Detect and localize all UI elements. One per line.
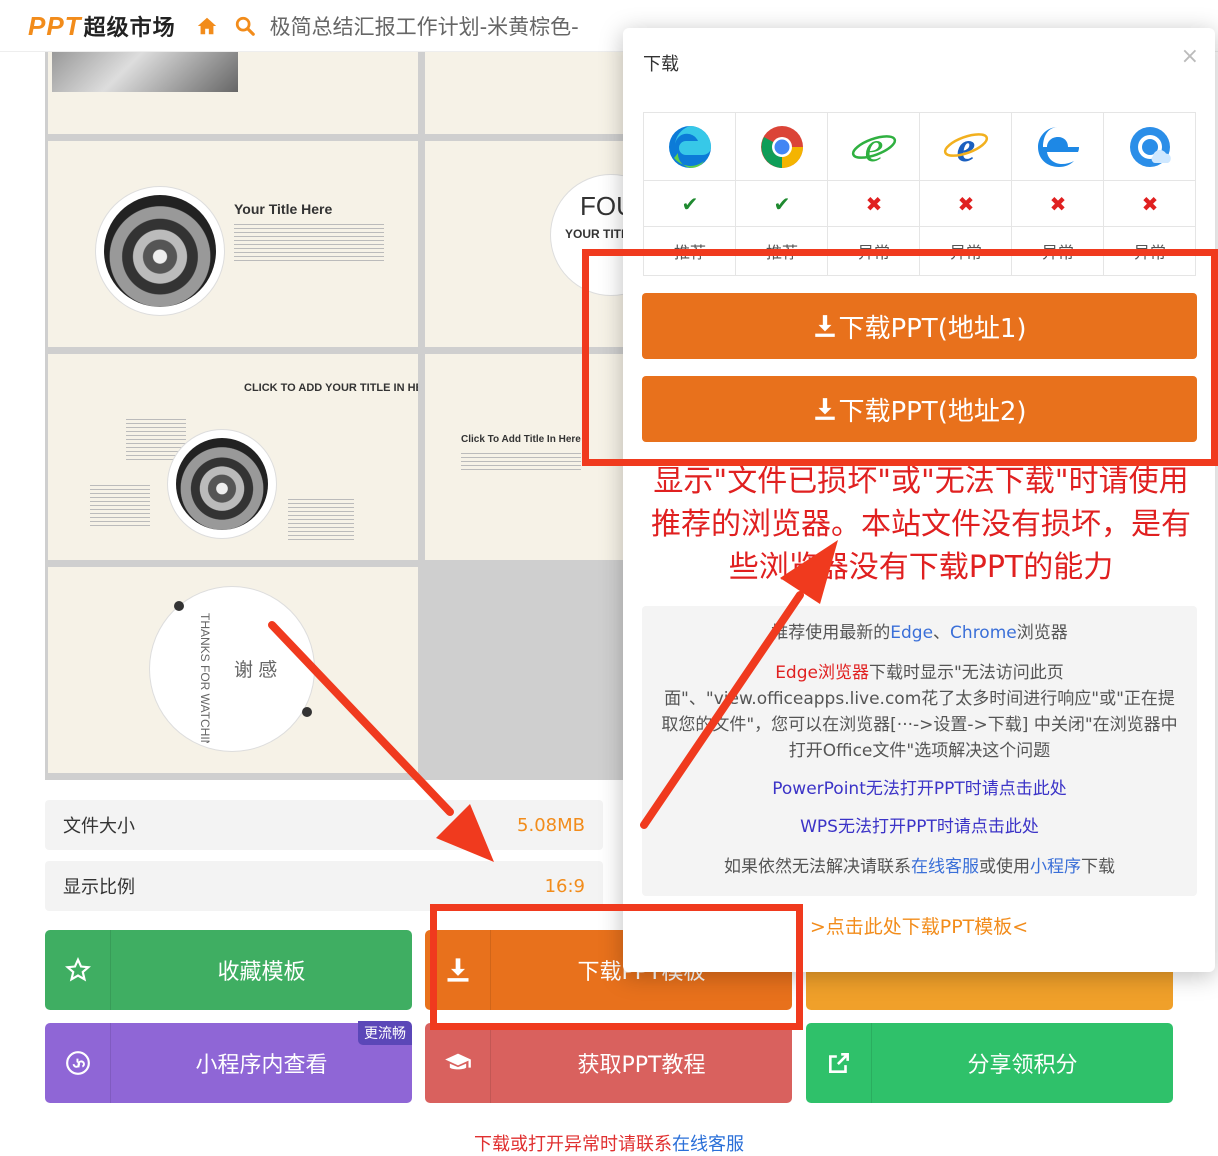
file-size-label: 文件大小: [63, 816, 135, 837]
cross-icon: ✖: [1104, 181, 1195, 227]
collect-label: 收藏模板: [217, 960, 306, 985]
help-panel: 推荐使用最新的Edge、Chrome浏览器 Edge浏览器下载时显示"无法访问此…: [642, 606, 1197, 896]
miniapp-label: 小程序内查看: [195, 1053, 328, 1078]
svg-text:e: e: [865, 125, 884, 171]
aspect-ratio-label: 显示比例: [63, 877, 135, 898]
annotation-box-download-buttons: [582, 249, 1218, 466]
edge-link[interactable]: Edge: [890, 623, 933, 643]
page-title: 极简总结汇报工作计划-米黄棕色-: [269, 14, 579, 39]
edge-legacy-icon: [1038, 126, 1079, 167]
star-icon: [45, 930, 111, 1010]
footer-contact: 下载或打开异常时请联系在线客服: [0, 1130, 1218, 1156]
wps-help-link[interactable]: WPS无法打开PPT时请点击此处: [656, 814, 1183, 840]
graduation-cap-icon: [425, 1023, 491, 1103]
smoother-badge: 更流畅: [358, 1021, 412, 1045]
modal-title: 下载: [643, 54, 679, 75]
slide-thumb[interactable]: Your Title Here: [48, 141, 418, 347]
download-modal: 下载 × ✔ 推荐 ✔ 推荐 e ✖ 异常 e ✖ 异常 ✖ 异常 ✖ 异常 下…: [623, 28, 1215, 972]
slide-thumb[interactable]: 谢 感 THANKS FOR WATCHING: [48, 567, 418, 773]
slide-thumb[interactable]: [48, 52, 418, 134]
share-icon: [806, 1023, 872, 1103]
annotation-box-download-template: [430, 904, 803, 1030]
miniapp-link[interactable]: 小程序: [1030, 857, 1081, 877]
collect-button[interactable]: 收藏模板: [45, 930, 412, 1010]
search-icon[interactable]: [234, 15, 256, 37]
check-icon: ✔: [644, 181, 736, 227]
slide-heading: Click To Add Title In Here: [461, 434, 581, 445]
cloud-browser-icon: [1130, 126, 1171, 167]
help-recommend-line: 推荐使用最新的Edge、Chrome浏览器: [771, 623, 1068, 643]
browser-warning-text: 显示"文件已损坏"或"无法下载"时请使用推荐的浏览器。本站文件没有损坏，是有些浏…: [651, 464, 1191, 585]
miniapp-icon: [45, 1023, 111, 1103]
help-edge-note: Edge浏览器下载时显示"无法访问此页面"、"view.officeapps.l…: [661, 663, 1178, 761]
cross-icon: ✖: [920, 181, 1012, 227]
share-label: 分享领积分: [967, 1053, 1078, 1078]
tutorial-button[interactable]: 获取PPT教程: [425, 1023, 792, 1103]
cross-icon: ✖: [828, 181, 920, 227]
chrome-icon: [761, 125, 803, 168]
edge-chromium-icon: [669, 125, 711, 168]
check-icon: ✔: [736, 181, 828, 227]
slide-heading: CLICK TO ADD YOUR TITLE IN HERE: [244, 382, 418, 394]
powerpoint-help-link[interactable]: PowerPoint无法打开PPT时请点击此处: [656, 776, 1183, 802]
site-logo[interactable]: PPT超级市场: [28, 10, 176, 42]
slide-heading: THANKS FOR WATCHING: [198, 613, 212, 743]
ie-green-icon: e: [851, 125, 897, 171]
slide-thumb[interactable]: CLICK TO ADD YOUR TITLE IN HERE: [48, 354, 418, 560]
home-icon[interactable]: [196, 15, 218, 37]
help-contact-line: 如果依然无法解决请联系在线客服或使用小程序下载: [724, 857, 1115, 877]
file-size-value: 5.08MB: [517, 814, 585, 836]
svg-text:e: e: [957, 125, 976, 171]
slide-thumb[interactable]: [425, 52, 630, 134]
close-icon[interactable]: ×: [1181, 44, 1199, 69]
aspect-ratio-value: 16:9: [544, 875, 585, 897]
slide-heading: Your Title Here: [234, 201, 333, 217]
service-link[interactable]: 在线客服: [911, 857, 979, 877]
slide-heading: YOUR TITLE: [565, 227, 630, 241]
cross-icon: ✖: [1012, 181, 1104, 227]
file-size-row: 文件大小 5.08MB: [45, 800, 603, 850]
ie-icon: e: [943, 125, 989, 171]
chrome-link[interactable]: Chrome: [950, 623, 1017, 643]
slide-heading: 谢 感: [234, 660, 278, 681]
miniapp-button[interactable]: 小程序内查看 更流畅: [45, 1021, 412, 1103]
tutorial-label: 获取PPT教程: [577, 1053, 706, 1078]
template-preview: Your Title Here FOU YOUR TITLE CLICK TO …: [45, 52, 630, 780]
share-button[interactable]: 分享领积分: [806, 1023, 1173, 1103]
